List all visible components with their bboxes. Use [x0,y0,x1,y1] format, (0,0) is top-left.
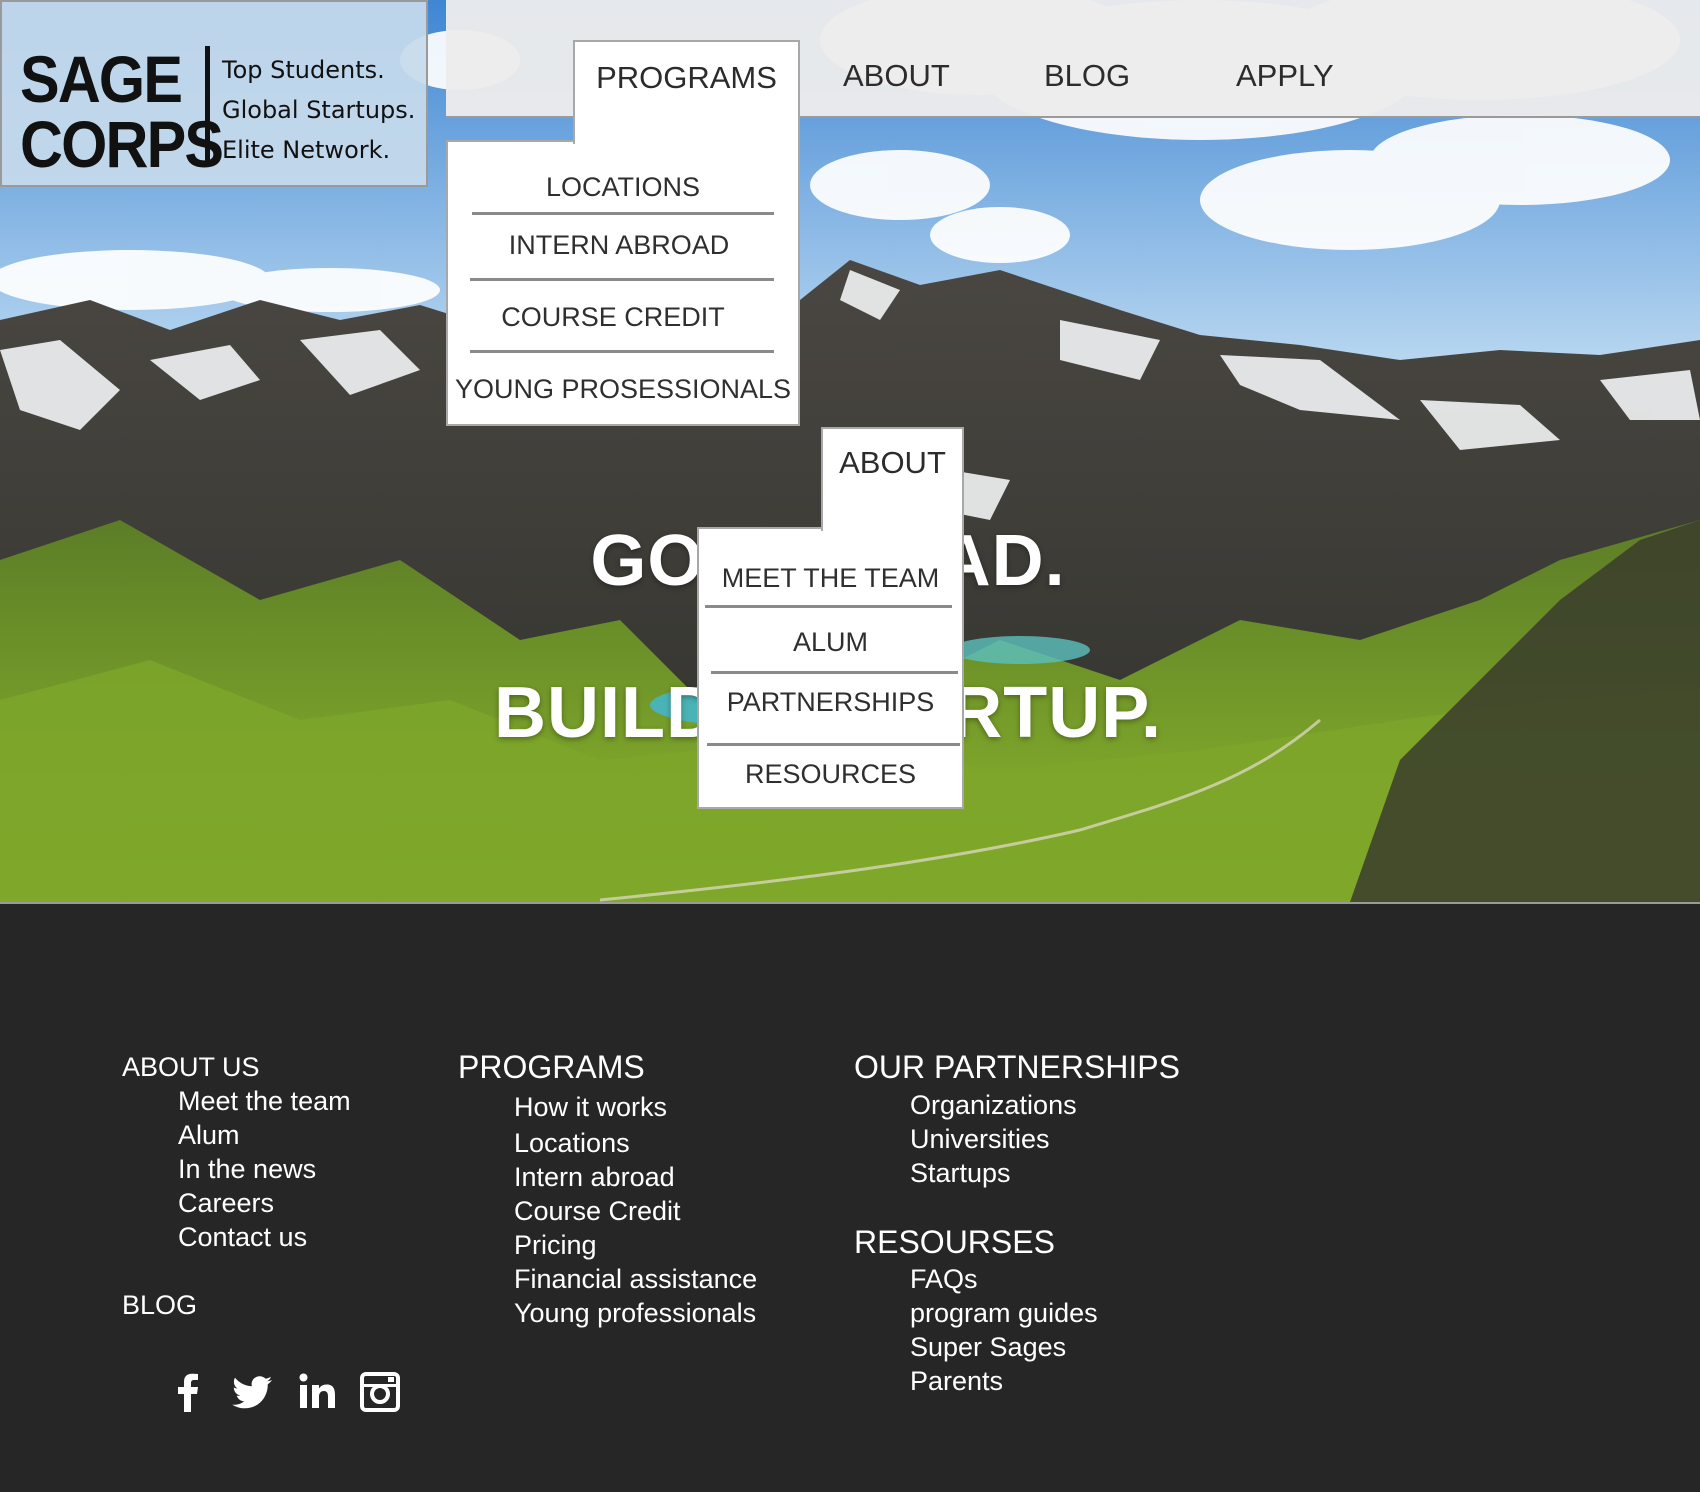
nav-programs-label: PROGRAMS [596,60,777,95]
footer-blog-link[interactable]: BLOG [122,1292,197,1319]
footer-link[interactable]: In the news [178,1156,316,1183]
about-menu-item-alum[interactable]: ALUM [699,629,962,656]
twitter-icon[interactable] [230,1370,274,1414]
about-menu-item-resources[interactable]: RESOURCES [699,761,962,788]
about-menu-item-meet-the-team[interactable]: MEET THE TEAM [699,565,962,592]
menu-divider [470,278,774,281]
footer-link[interactable]: Course Credit [514,1198,681,1225]
footer-link[interactable]: Careers [178,1190,274,1217]
footer-link[interactable]: Financial assistance [514,1266,757,1293]
about-dropdown: MEET THE TEAM ALUM PARTNERSHIPS RESOURCE… [697,527,964,809]
logo-divider [205,46,210,166]
footer-link[interactable]: Organizations [910,1092,1077,1119]
linkedin-icon[interactable] [296,1370,340,1414]
tagline-line: Top Students. [222,56,385,84]
logo-word-corps: CORPS [20,107,224,181]
menu-divider [705,605,952,608]
tagline-line: Global Startups. [222,96,416,124]
footer-link[interactable]: Young professionals [514,1300,756,1327]
dropdown-joint [823,525,962,531]
footer-link[interactable]: How it works [514,1094,667,1121]
logo-word-sage: SAGE [20,42,183,116]
footer-programs-heading[interactable]: PROGRAMS [458,1051,645,1083]
menu-divider [470,350,774,353]
menu-divider [472,212,774,215]
footer-link[interactable]: Universities [910,1126,1050,1153]
footer-link[interactable]: Meet the team [178,1088,351,1115]
programs-menu-item-course-credit[interactable]: COURSE CREDIT [438,304,788,331]
footer-partnerships-heading[interactable]: OUR PARTNERSHIPS [854,1051,1180,1083]
nav-about[interactable]: ABOUT [843,60,950,91]
nav-apply[interactable]: APPLY [1236,60,1334,91]
instagram-icon[interactable] [358,1370,402,1414]
footer-resources-heading[interactable]: RESOURSES [854,1226,1055,1258]
footer-link[interactable]: Alum [178,1122,240,1149]
tagline-line: Elite Network. [222,136,391,164]
footer-link[interactable]: Locations [514,1130,630,1157]
programs-menu-item-intern-abroad[interactable]: INTERN ABROAD [444,232,794,259]
facebook-icon[interactable] [166,1370,210,1414]
about-dropdown-tab[interactable]: ABOUT [821,427,964,531]
footer-link[interactable]: program guides [910,1300,1098,1327]
logo[interactable]: SAGE CORPS Top Students. Global Startups… [0,0,428,187]
about-dropdown-tab-label: ABOUT [839,445,946,480]
nav-programs[interactable]: PROGRAMS [573,40,800,144]
footer-link[interactable]: Parents [910,1368,1003,1395]
dropdown-joint [575,138,798,144]
menu-divider [711,671,958,674]
footer-link[interactable]: Contact us [178,1224,307,1251]
programs-menu-item-young-professionals[interactable]: YOUNG PROSESSIONALS [448,376,798,403]
programs-dropdown: LOCATIONS INTERN ABROAD COURSE CREDIT YO… [446,140,800,426]
footer-about-heading[interactable]: ABOUT US [122,1054,260,1081]
footer-link[interactable]: Startups [910,1160,1011,1187]
about-menu-item-partnerships[interactable]: PARTNERSHIPS [699,689,962,716]
menu-divider [707,743,960,746]
footer-link[interactable]: Super Sages [910,1334,1066,1361]
programs-menu-item-locations[interactable]: LOCATIONS [448,174,798,201]
footer-link[interactable]: FAQs [910,1266,978,1293]
nav-blog[interactable]: BLOG [1044,60,1130,91]
footer-link[interactable]: Intern abroad [514,1164,675,1191]
footer-link[interactable]: Pricing [514,1232,597,1259]
